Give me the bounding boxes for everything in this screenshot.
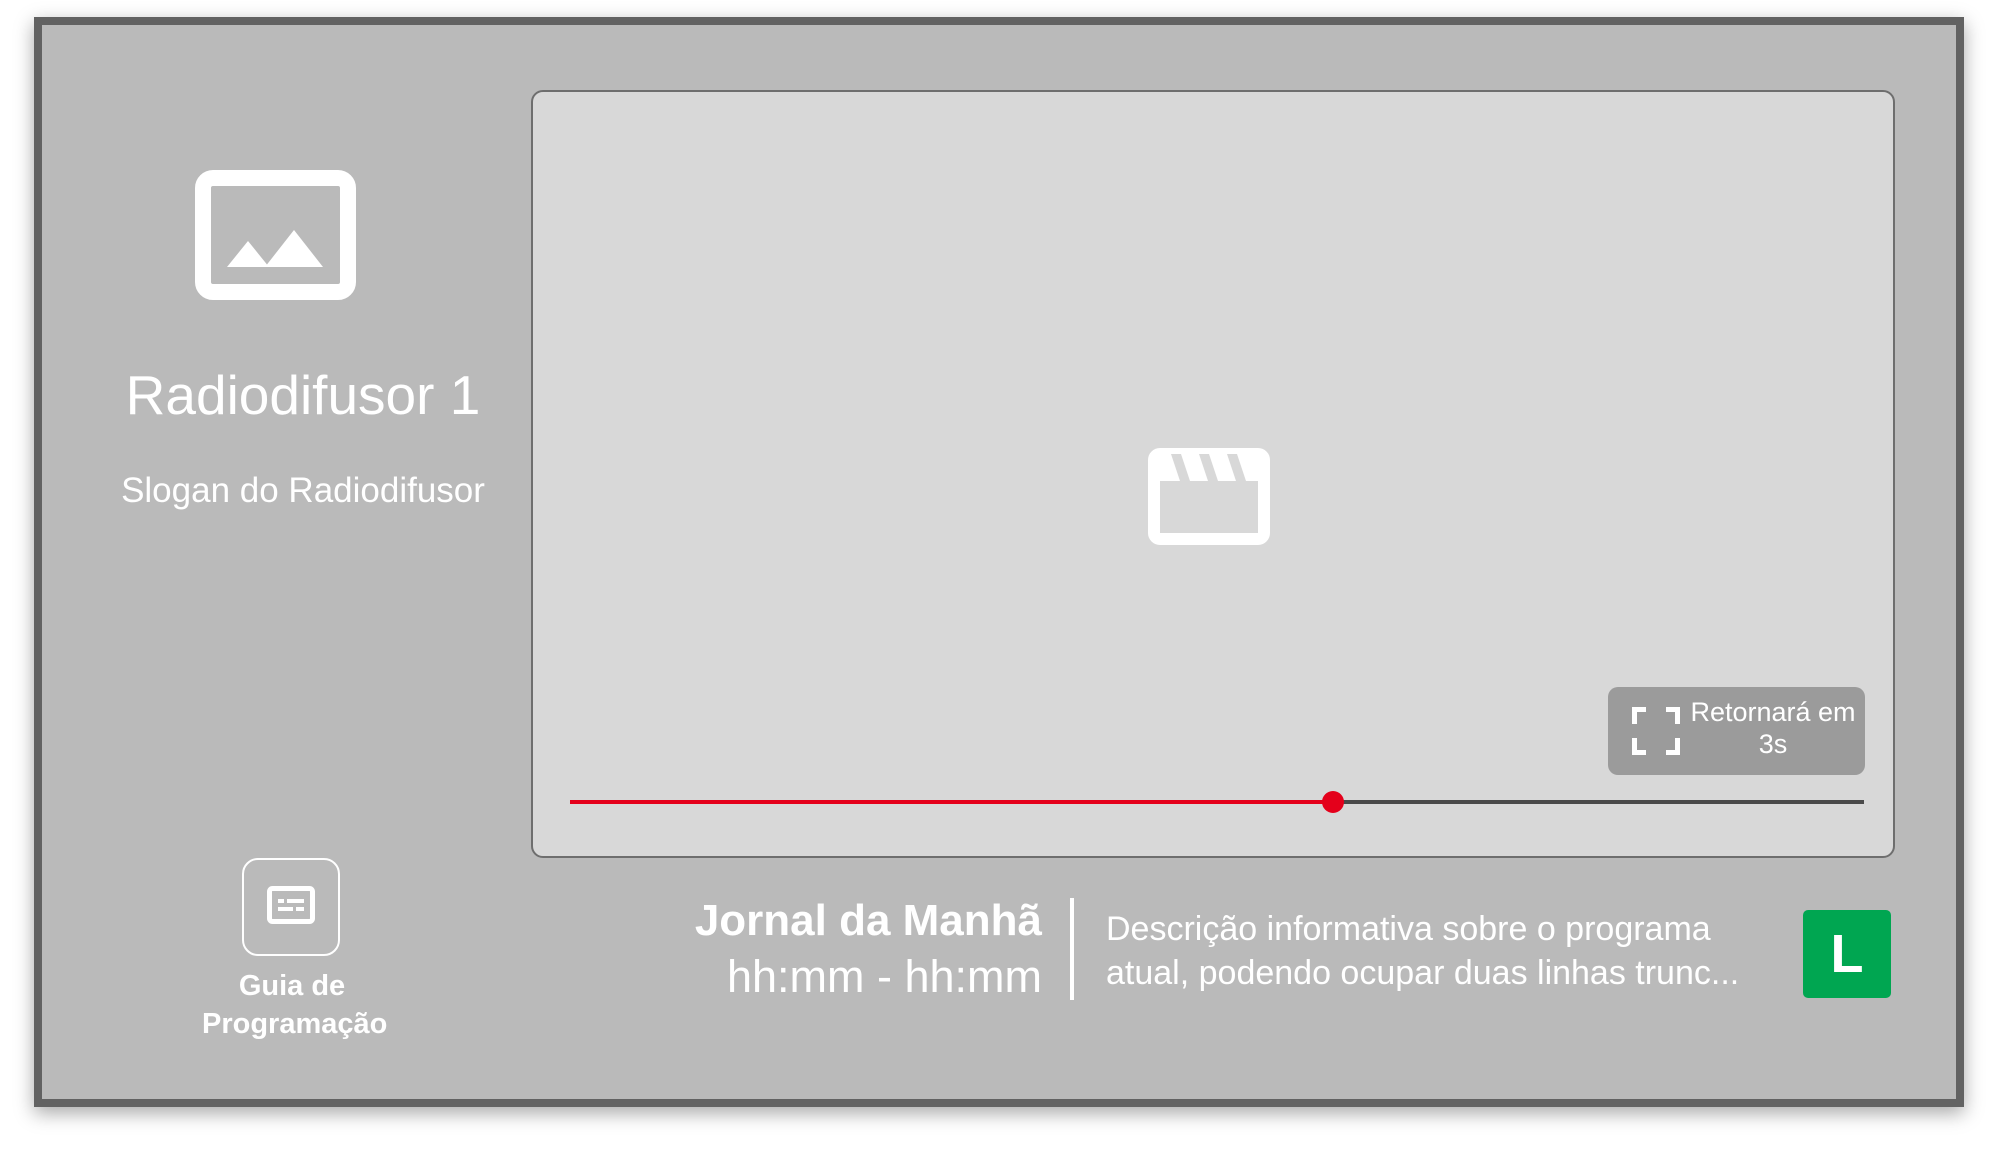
channel-name: Radiodifusor 1 [125, 364, 481, 426]
subtitles-icon [267, 885, 315, 929]
channel-slogan: Slogan do Radiodifusor [121, 471, 485, 510]
tv-frame: Radiodifusor 1 Slogan do Radiodifusor Gu… [34, 17, 1964, 1107]
progress-thumb[interactable] [1322, 791, 1345, 813]
info-divider [1070, 898, 1074, 1000]
program-title: Jornal da Manhã [694, 896, 1042, 945]
clapperboard-icon [1148, 448, 1270, 550]
program-guide-label[interactable]: Guia de Programação [202, 967, 387, 1043]
age-rating-label: L [1830, 924, 1864, 984]
progress-bar[interactable] [570, 791, 1864, 813]
progress-fill [570, 800, 1334, 804]
return-fullscreen-chip[interactable]: Retornará em 3s [1608, 687, 1865, 775]
program-time: hh:mm - hh:mm [726, 951, 1042, 1002]
program-guide-button[interactable] [242, 858, 340, 956]
return-countdown-text: Retornará em 3s [1690, 697, 1856, 759]
image-placeholder-icon [195, 170, 356, 305]
fullscreen-icon [1632, 707, 1680, 760]
video-player[interactable]: Retornará em 3s [531, 90, 1895, 858]
program-description: Descrição informativa sobre o programa a… [1106, 910, 1740, 992]
age-rating-badge: L [1803, 910, 1891, 998]
